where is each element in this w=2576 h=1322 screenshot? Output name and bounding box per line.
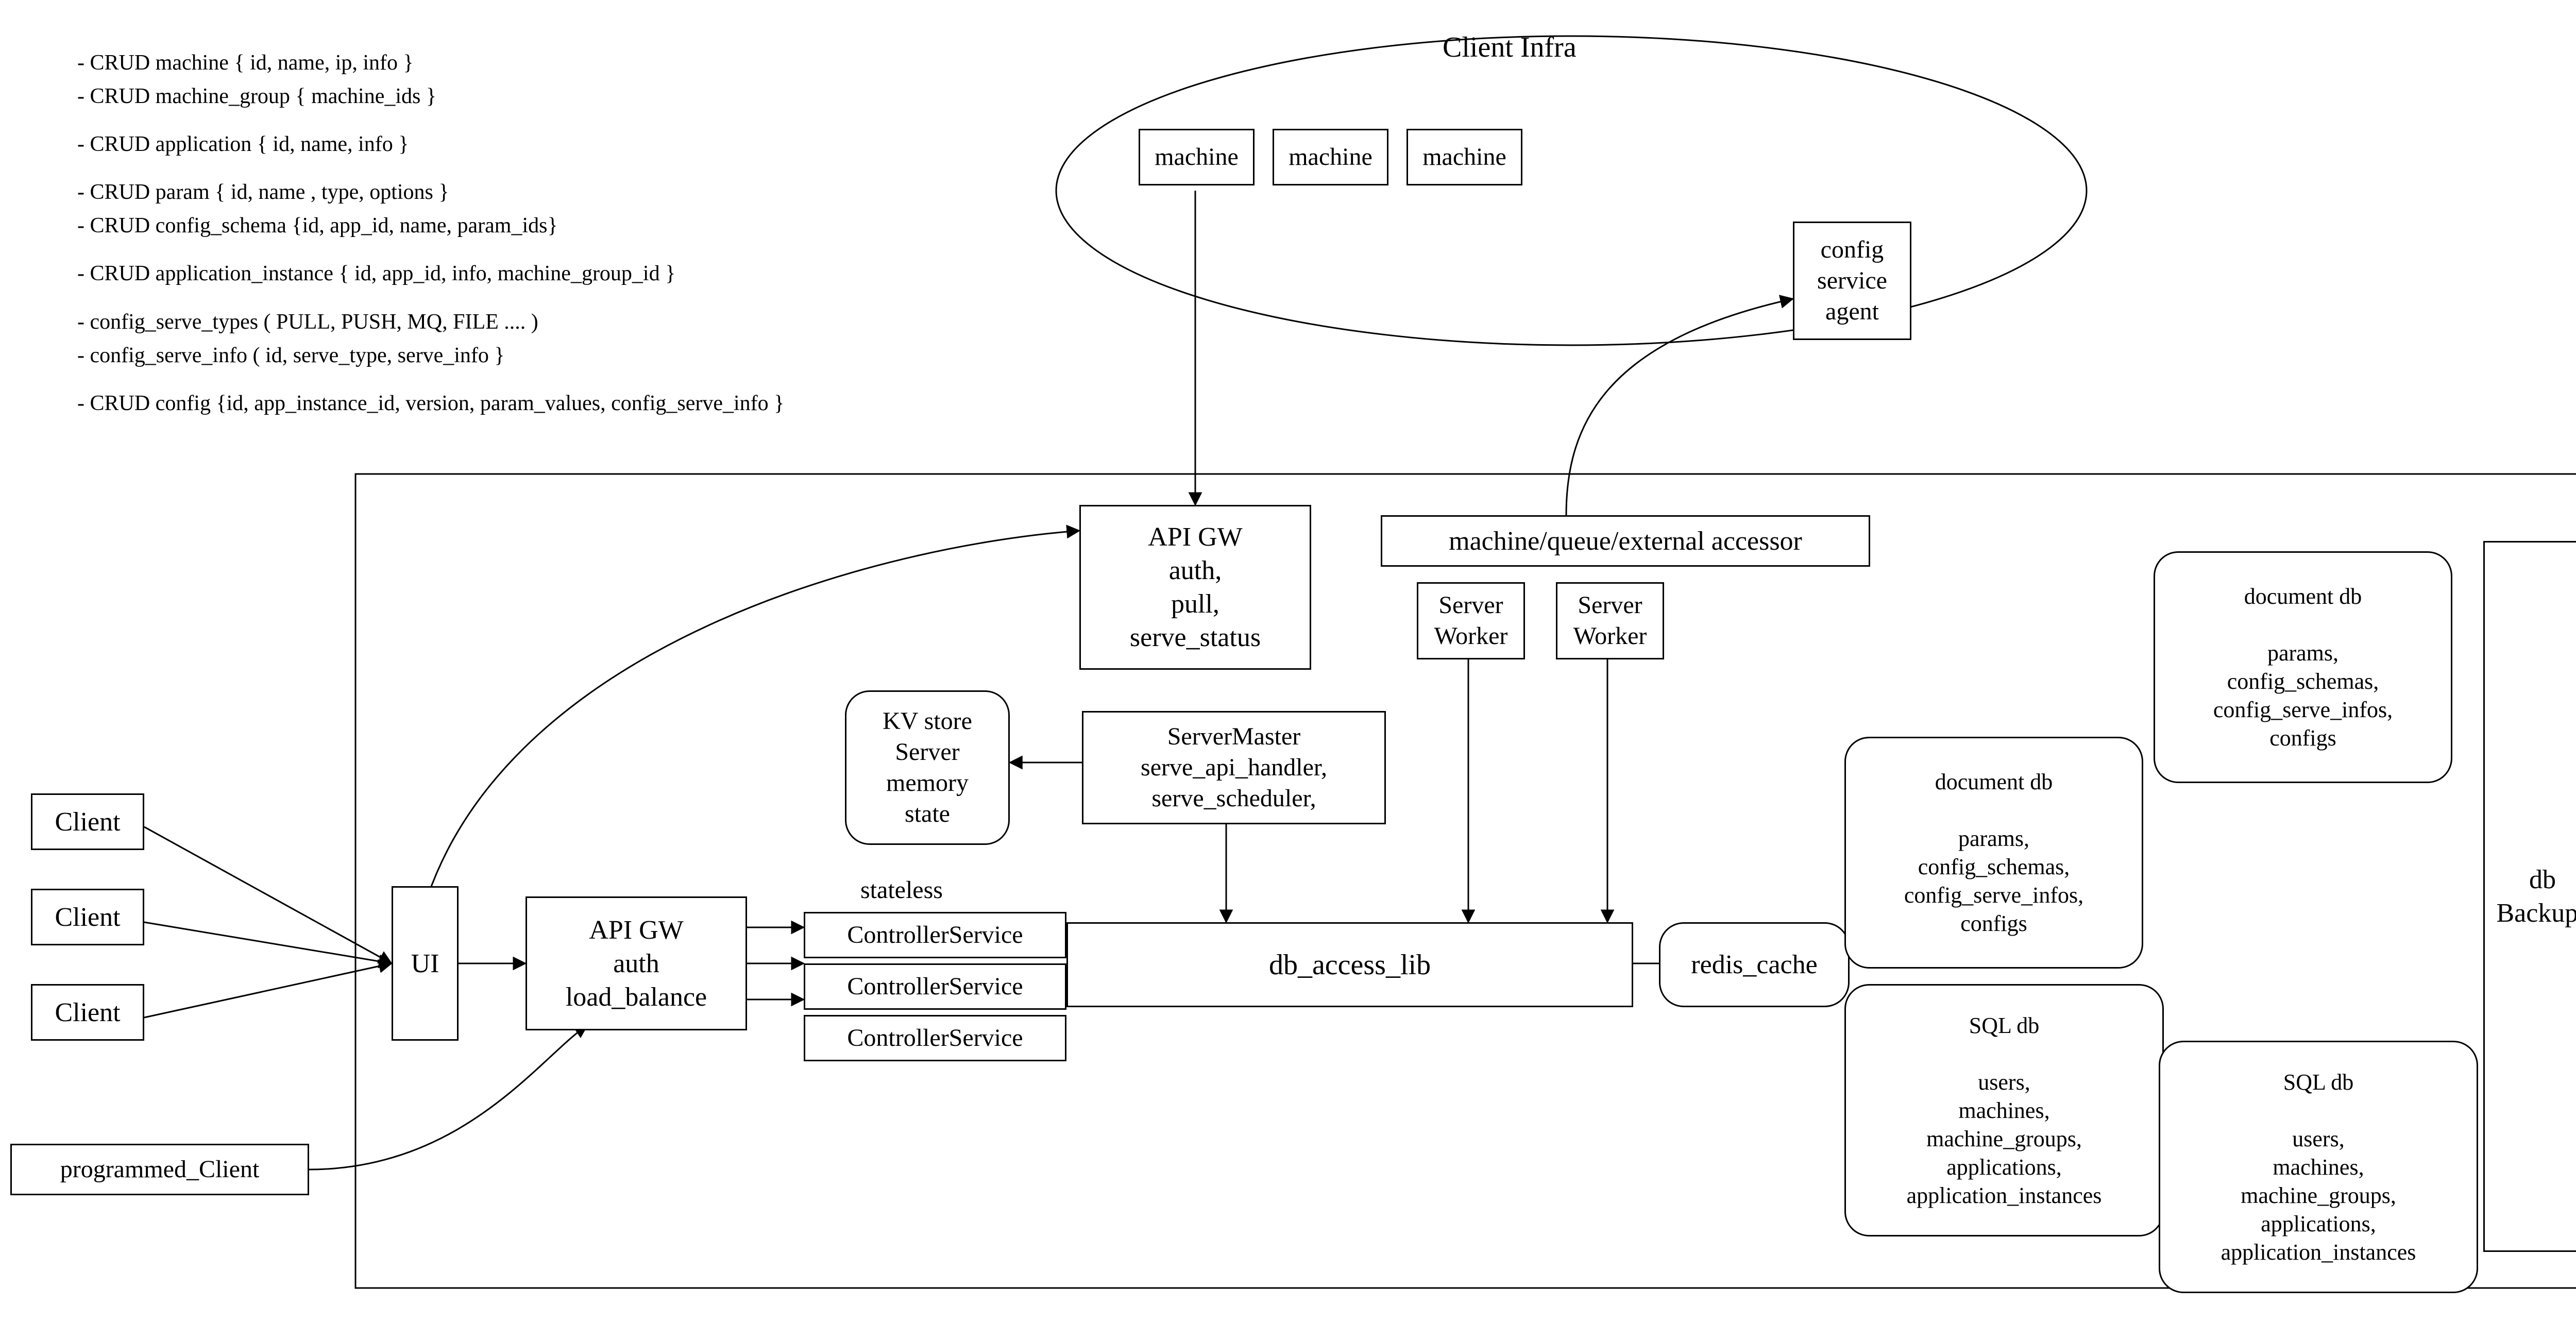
note-line: - CRUD param { id, name , type, options … xyxy=(77,176,784,209)
api-gw-auth-lb-box: API GW auth load_balance xyxy=(526,896,747,1030)
sql-db-box: SQL db users, machines, machine_groups, … xyxy=(1844,984,2164,1236)
redis-cache-box: redis_cache xyxy=(1659,922,1850,1007)
db-access-lib-box: db_access_lib xyxy=(1066,922,1633,1007)
note-line: - CRUD config_schema {id, app_id, name, … xyxy=(77,209,784,243)
document-db-box: document db params, config_schemas, conf… xyxy=(1844,737,2143,969)
server-worker-box: Server Worker xyxy=(1417,582,1525,659)
machine-box: machine xyxy=(1406,129,1522,185)
programmed-client-box: programmed_Client xyxy=(10,1144,309,1195)
stateless-label: stateless xyxy=(860,876,943,904)
api-gw-serve-box: API GW auth, pull, serve_status xyxy=(1079,505,1311,670)
config-service-agent-box: config service agent xyxy=(1793,222,1911,340)
controller-service-box: ControllerService xyxy=(804,912,1066,958)
crud-notes: - CRUD machine { id, name, ip, info } - … xyxy=(77,46,784,420)
client-infra-title: Client Infra xyxy=(1443,31,1577,64)
client-box: Client xyxy=(31,984,144,1041)
sql-db-box: SQL db users, machines, machine_groups, … xyxy=(2159,1041,2478,1293)
note-line: - config_serve_types ( PULL, PUSH, MQ, F… xyxy=(77,306,784,339)
note-line: - CRUD application { id, name, info } xyxy=(77,128,784,161)
note-line: - CRUD machine_group { machine_ids } xyxy=(77,80,784,113)
note-line: - CRUD config {id, app_instance_id, vers… xyxy=(77,387,784,420)
note-line: - config_serve_info ( id, serve_type, se… xyxy=(77,339,784,372)
document-db-box: document db params, config_schemas, conf… xyxy=(2154,551,2452,783)
ui-box: UI xyxy=(392,886,459,1041)
server-worker-box: Server Worker xyxy=(1556,582,1664,659)
controller-service-box: ControllerService xyxy=(804,963,1066,1010)
note-line: - CRUD machine { id, name, ip, info } xyxy=(77,46,784,80)
machine-box: machine xyxy=(1139,129,1255,185)
note-line: - CRUD application_instance { id, app_id… xyxy=(77,257,784,291)
db-backups-box: db Backups xyxy=(2483,541,2576,1252)
machine-box: machine xyxy=(1273,129,1388,185)
accessor-box: machine/queue/external accessor xyxy=(1381,515,1870,567)
kv-store-box: KV store Server memory state xyxy=(845,690,1010,845)
client-box: Client xyxy=(31,793,144,850)
server-master-box: ServerMaster serve_api_handler, serve_sc… xyxy=(1082,711,1386,824)
client-box: Client xyxy=(31,889,144,945)
diagram-canvas: { "notes": { "l0": "- CRUD machine { id,… xyxy=(0,0,2576,1322)
controller-service-box: ControllerService xyxy=(804,1015,1066,1061)
